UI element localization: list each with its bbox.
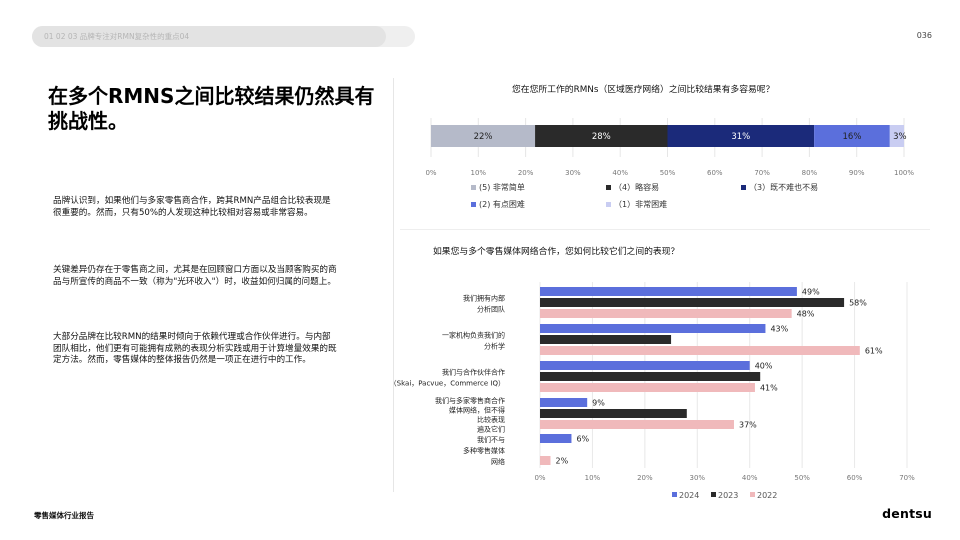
chart-2-bar <box>540 398 588 407</box>
chart-2-bar <box>540 335 672 344</box>
brand-logo: dentsu <box>882 506 932 521</box>
chart-2-data-label: 41% <box>760 384 778 393</box>
chart-2-category-label: 我们与合作伙伴合作 <box>442 368 505 377</box>
chart-2-data-label: 9% <box>592 399 605 408</box>
chart-2-legend-swatch <box>711 492 716 497</box>
chart-2-legend-label: 2024 <box>679 491 699 500</box>
chart-2-data-label: 2% <box>555 457 568 466</box>
chart-2-bar <box>540 309 792 318</box>
chart-2-data-label: 49% <box>802 288 820 297</box>
chart-2-category-label: 多种零售媒体 <box>463 446 505 455</box>
grouped-bar-chart: 0% 10% 20% 30% 40% 50% 60% 70% 49% 58% 48% 我们拥有内部分析… <box>390 282 915 500</box>
chart-2-tick-label: 50% <box>794 474 810 482</box>
chart-2-bar <box>540 324 766 333</box>
chart-2-bar <box>540 420 734 429</box>
chart-2-data-label: 6% <box>576 435 589 444</box>
chart-2-data-label: 37% <box>739 421 757 430</box>
chart-2-tick-label: 70% <box>899 474 915 482</box>
chart-2-data-label: 58% <box>849 299 867 308</box>
chart-2-category-label: 网络 <box>491 457 505 466</box>
chart-2-data-label: 61% <box>865 347 883 356</box>
chart-2-category-label: 我们不与 <box>477 435 505 444</box>
chart-2-category-label: 一家机构负责我们的 <box>442 331 505 340</box>
chart-2-category-label: 媒体网络，但不得 <box>449 405 505 414</box>
chart-2-bar <box>540 298 845 307</box>
chart-2-category-label: 分析团队 <box>477 305 505 314</box>
chart-2-data-label: 40% <box>755 362 773 371</box>
chart-2-data-label: 43% <box>770 325 788 334</box>
chart-2-tick-label: 20% <box>637 474 653 482</box>
chart-2-legend-label: 2023 <box>718 491 738 500</box>
chart-2-tick-label: 60% <box>847 474 863 482</box>
chart-2-category-label: 我们与多家零售商合作 <box>435 396 505 405</box>
chart-2-category-label: 我们拥有内部 <box>463 294 505 303</box>
chart-2-category-label: 分析学 <box>484 342 505 351</box>
chart-2-bar <box>540 434 572 443</box>
chart-2-tick-label: 30% <box>690 474 706 482</box>
chart-2-data-label: 48% <box>797 310 815 319</box>
chart-2-tick-label: 40% <box>742 474 758 482</box>
chart-2-legend-label: 2022 <box>757 491 777 500</box>
chart-2-bar <box>540 456 551 465</box>
chart-2-category-label: （Skai，Pacvue，Commerce IQ） <box>390 380 505 388</box>
chart-2-bar <box>540 287 797 296</box>
chart-2-category-label: 比较表现 <box>477 415 505 424</box>
chart-2-tick-label: 10% <box>585 474 601 482</box>
chart-2-legend-swatch <box>672 492 677 497</box>
chart-2-bar <box>540 346 860 355</box>
report-title: 零售媒体行业报告 <box>34 511 94 520</box>
chart-2-legend-swatch <box>750 492 755 497</box>
chart-2-category-label: 遍及它们 <box>477 424 505 433</box>
chart-2-bar <box>540 383 755 392</box>
chart-2-bar <box>540 409 687 418</box>
chart-2-tick-label: 0% <box>534 474 545 482</box>
chart-2-bar <box>540 372 761 381</box>
chart-2-bar <box>540 361 750 370</box>
